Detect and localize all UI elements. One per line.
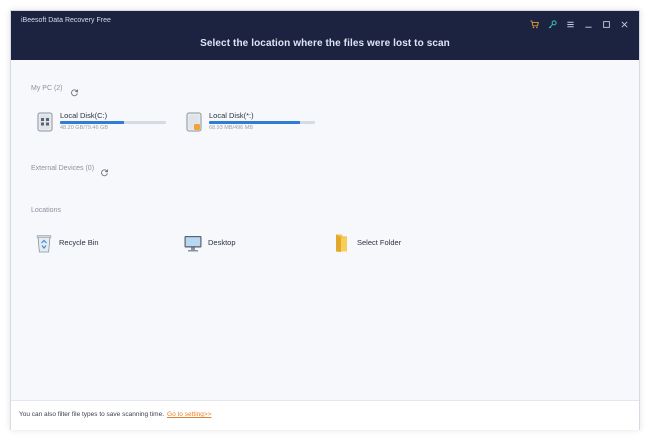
window-controls xyxy=(530,18,629,30)
page-heading: Select the location where the files were… xyxy=(200,38,450,49)
drive-c[interactable]: Local Disk(C:) 48.20 GB/79.46 GB xyxy=(37,111,177,134)
drive-usage-bar xyxy=(209,121,315,124)
menu-icon[interactable] xyxy=(566,20,575,29)
location-label: Desktop xyxy=(208,238,236,247)
title-bar: iBeesoft Data Recovery Free Select the l… xyxy=(11,11,639,60)
app-window: iBeesoft Data Recovery Free Select the l… xyxy=(10,10,640,430)
locations-section-title: Locations xyxy=(31,207,61,214)
key-icon[interactable] xyxy=(548,19,557,29)
footer-hint-text: You can also filter file types to save s… xyxy=(19,411,165,418)
location-select-folder[interactable]: Select Folder xyxy=(333,233,433,253)
location-recycle-bin[interactable]: Recycle Bin xyxy=(35,233,135,253)
drive-name: Local Disk(*:) xyxy=(209,111,254,120)
my-pc-section-title: My PC (2) xyxy=(31,85,63,92)
external-devices-section-title: External Devices (0) xyxy=(31,165,95,172)
drive-size: 68.93 MB/496 MB xyxy=(209,125,254,131)
refresh-my-pc-icon[interactable] xyxy=(70,84,79,97)
drive-usage-bar xyxy=(60,121,166,124)
recycle-bin-icon xyxy=(35,233,53,253)
close-icon[interactable] xyxy=(620,20,629,29)
footer-bar: You can also filter file types to save s… xyxy=(11,400,639,430)
location-label: Recycle Bin xyxy=(59,238,99,247)
minimize-icon[interactable] xyxy=(584,20,593,29)
desktop-icon xyxy=(184,233,202,253)
go-to-setting-link[interactable]: Go to setting>> xyxy=(167,411,211,418)
location-label: Select Folder xyxy=(357,238,402,247)
drive-size: 48.20 GB/79.46 GB xyxy=(60,125,109,131)
hard-disk-icon xyxy=(186,112,202,132)
refresh-external-icon[interactable] xyxy=(100,164,109,177)
drive-other[interactable]: Local Disk(*:) 68.93 MB/496 MB xyxy=(186,111,326,134)
footer-hint: You can also filter file types to save s… xyxy=(19,411,211,418)
hard-disk-icon xyxy=(37,112,53,132)
cart-icon[interactable] xyxy=(530,19,539,29)
folder-icon xyxy=(333,233,351,253)
drive-name: Local Disk(C:) xyxy=(60,111,108,120)
maximize-icon[interactable] xyxy=(602,20,611,29)
location-desktop[interactable]: Desktop xyxy=(184,233,284,253)
app-title: iBeesoft Data Recovery Free xyxy=(21,17,111,24)
main-content: My PC (2) Local Disk(C:) 48.20 GB/79.46 … xyxy=(11,60,639,400)
